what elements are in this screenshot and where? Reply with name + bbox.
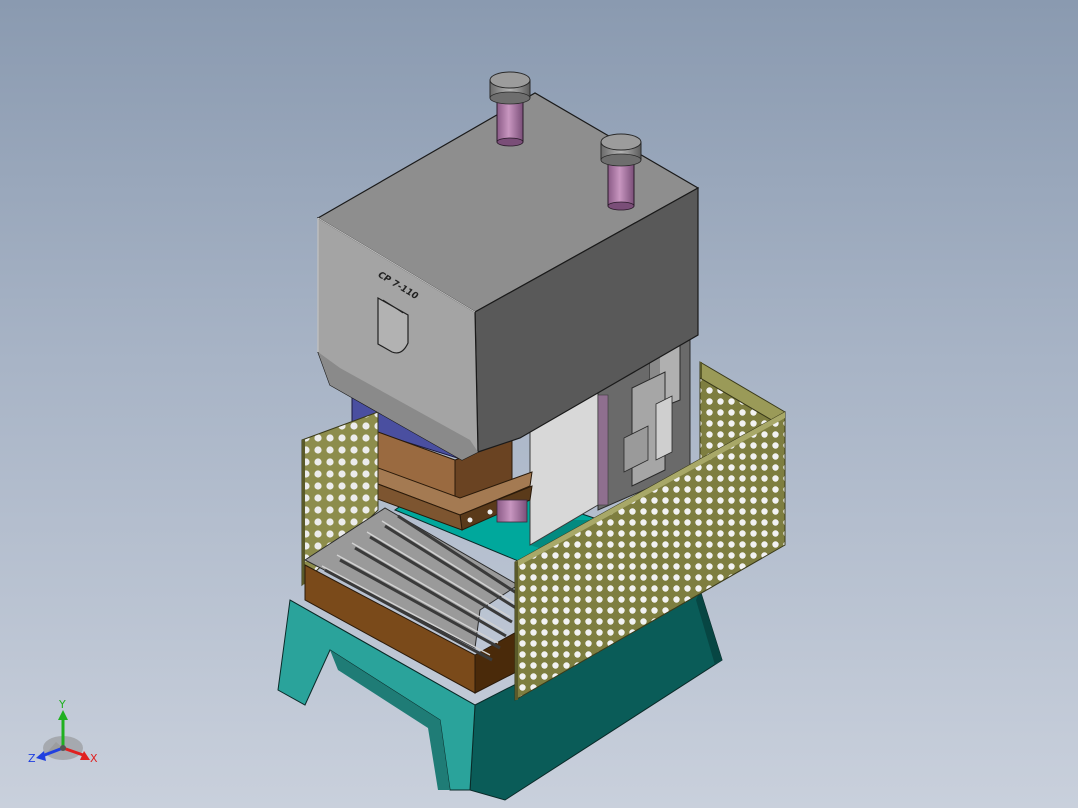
coordinate-triad[interactable]: Y X Z	[28, 698, 98, 765]
guide-post[interactable]	[496, 499, 528, 523]
z-axis-label: Z	[28, 752, 36, 765]
y-axis-label: Y	[58, 698, 66, 711]
x-axis-label: X	[90, 752, 98, 765]
3d-model-viewport[interactable]: CP 7-110 Y X Z	[0, 0, 1078, 808]
